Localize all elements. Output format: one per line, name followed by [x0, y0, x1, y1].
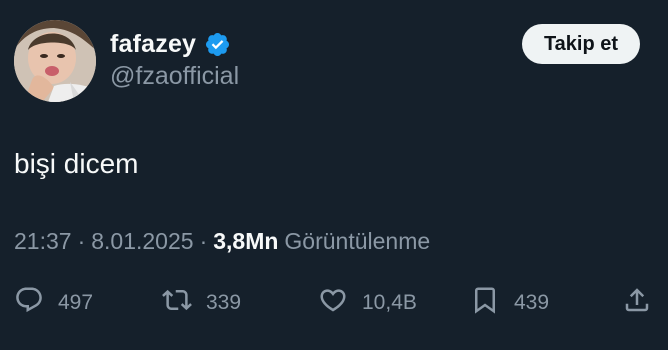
- views-count[interactable]: 3,8Mn: [213, 228, 278, 255]
- display-name[interactable]: fafazey: [110, 30, 196, 59]
- meta-separator: ·: [77, 228, 86, 254]
- reply-count: 497: [58, 291, 94, 314]
- meta-separator: ·: [199, 228, 208, 254]
- retweet-count: 339: [206, 291, 242, 314]
- tweet-meta: 21:37 · 8.01.2025 · 3,8Mn Görüntülenme: [14, 228, 430, 255]
- retweet-icon: [162, 285, 192, 321]
- share-button[interactable]: [622, 283, 652, 323]
- avatar[interactable]: [14, 20, 96, 102]
- like-count: 10,4B: [362, 291, 417, 314]
- user-handle[interactable]: @fzaofficial: [110, 62, 239, 91]
- author-name-row[interactable]: fafazey: [110, 28, 231, 60]
- views-label[interactable]: Görüntülenme: [284, 228, 430, 255]
- action-bar: 497 339 10,4B 439: [0, 283, 668, 323]
- retweet-button[interactable]: 339: [162, 283, 241, 323]
- reply-button[interactable]: 497: [14, 283, 93, 323]
- bookmark-count: 439: [514, 291, 550, 314]
- reply-icon: [14, 285, 44, 321]
- bookmark-icon: [470, 285, 500, 321]
- tweet-text: bişi dicem: [14, 148, 139, 179]
- tweet-date[interactable]: 8.01.2025: [91, 228, 193, 255]
- heart-icon: [318, 285, 348, 321]
- verified-badge-icon[interactable]: [204, 31, 231, 58]
- tweet-card: fafazey @fzaofficial Takip et bişi dicem…: [0, 0, 668, 350]
- bookmark-button[interactable]: 439: [470, 283, 549, 323]
- tweet-time[interactable]: 21:37: [14, 228, 72, 255]
- share-icon: [622, 285, 652, 321]
- like-button[interactable]: 10,4B: [318, 283, 417, 323]
- follow-button[interactable]: Takip et: [522, 24, 640, 64]
